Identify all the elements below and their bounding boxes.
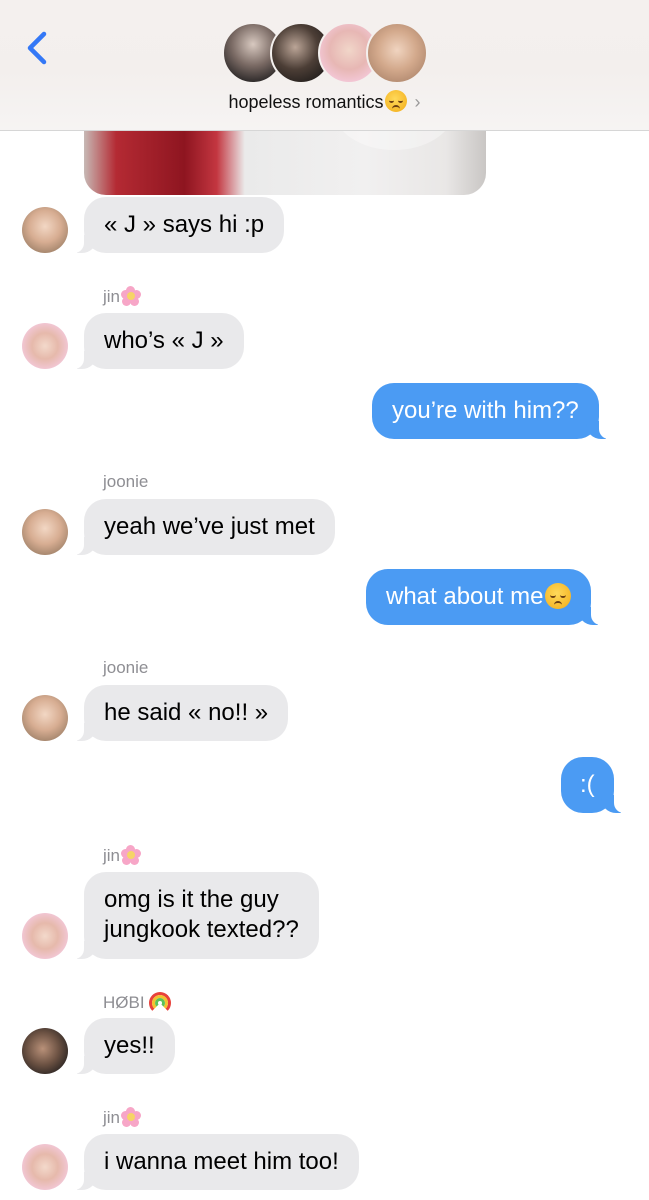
group-member-avatar-4 [366,22,428,84]
incoming-message-bubble[interactable]: omg is it the guy jungkook texted?? [74,872,319,959]
sender-avatar-hobi [22,1028,68,1074]
incoming-message-bubble[interactable]: « J » says hi :p [73,197,285,253]
incoming-message-bubble[interactable]: yes!! [74,1018,175,1074]
message-line: omg is it the guy [104,886,279,913]
sender-avatar-jin [22,913,68,959]
cherry-blossom-icon [121,286,142,306]
incoming-message-bubble[interactable]: who’s « J » [74,313,244,369]
sender-avatar-joonie [22,695,68,741]
chevron-right-icon: › [414,92,421,112]
sender-name: joonie [103,472,149,491]
sender-name: jin [103,845,142,866]
sender-avatar-joonie [22,207,68,253]
group-avatars[interactable] [222,22,428,86]
sender-avatar-jin [22,323,68,369]
incoming-message-bubble[interactable]: yeah we’ve just met [74,499,335,555]
incoming-message-bubble[interactable]: i wanna meet him too! [74,1134,359,1190]
sender-name: joonie [103,658,149,677]
rainbow-icon [148,991,171,1011]
cherry-blossom-icon [121,845,142,865]
group-name: hopeless romantics [228,92,384,112]
pensive-face-icon [545,583,572,609]
sender-name: HØBI [103,991,171,1013]
sender-avatar-joonie [22,509,68,555]
outgoing-message-bubble[interactable]: :( [561,757,624,813]
cherry-blossom-icon [121,1107,142,1127]
back-chevron-icon[interactable] [22,28,56,68]
sender-name: jin [103,1107,142,1128]
incoming-message-bubble[interactable]: he said « no!! » [73,685,289,741]
message-line: jungkook texted?? [104,916,299,943]
outgoing-message-bubble[interactable]: what about me [366,569,602,625]
pensive-face-icon [384,90,407,112]
group-title[interactable]: hopeless romantics › [0,90,649,113]
outgoing-message-bubble[interactable]: you’re with him?? [372,383,609,439]
sender-name: jin [103,286,142,307]
sender-avatar-jin [22,1144,68,1190]
conversation-header: hopeless romantics › [0,0,649,131]
